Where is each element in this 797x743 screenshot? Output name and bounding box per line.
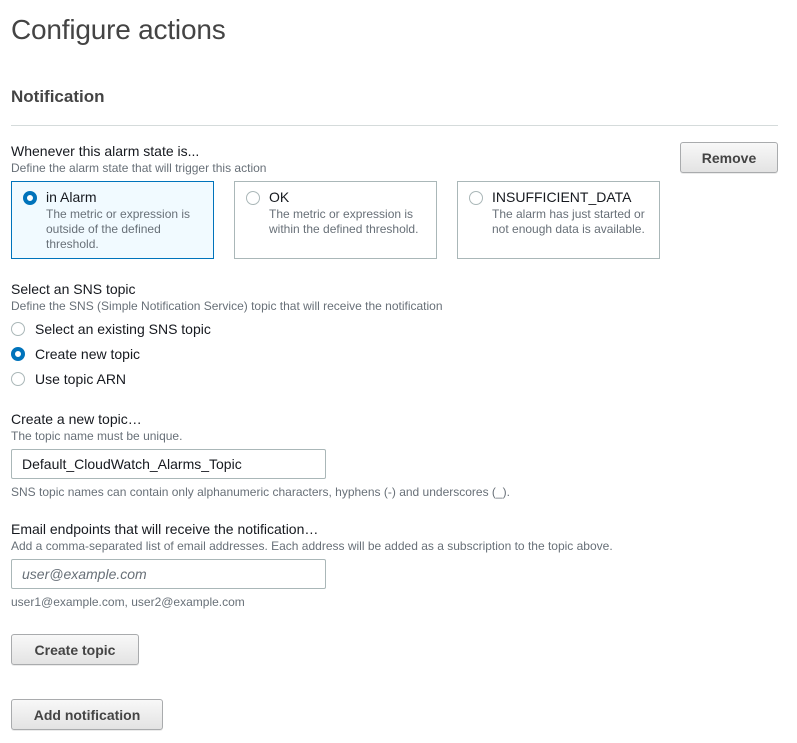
- alarm-state-description: Define the alarm state that will trigger…: [11, 161, 267, 175]
- email-endpoints-label: Email endpoints that will receive the no…: [11, 521, 319, 537]
- sns-option-existing[interactable]: Select an existing SNS topic: [11, 321, 211, 337]
- create-new-topic-label: Create new topic: [35, 346, 141, 362]
- new-topic-label: Create a new topic…: [11, 411, 142, 427]
- alarm-state-option-ok[interactable]: OK The metric or expression is within th…: [234, 181, 437, 259]
- sns-option-topic-arn[interactable]: Use topic ARN: [11, 371, 126, 387]
- email-endpoints-hint: user1@example.com, user2@example.com: [11, 595, 245, 609]
- notification-section-title: Notification: [11, 87, 105, 106]
- insufficient-data-radio[interactable]: [469, 191, 483, 205]
- section-divider: [11, 125, 778, 126]
- add-notification-button[interactable]: Add notification: [11, 699, 163, 730]
- ok-title: OK: [269, 189, 290, 205]
- email-endpoints-input[interactable]: [11, 559, 326, 589]
- insufficient-data-title: INSUFFICIENT_DATA: [492, 189, 632, 205]
- alarm-state-option-in-alarm[interactable]: in Alarm The metric or expression is out…: [11, 181, 214, 259]
- ok-description: The metric or expression is within the d…: [269, 207, 419, 236]
- in-alarm-radio[interactable]: [23, 191, 37, 205]
- ok-radio[interactable]: [246, 191, 260, 205]
- topic-name-constraint: SNS topic names can contain only alphanu…: [11, 485, 510, 499]
- insufficient-data-description: The alarm has just started or not enough…: [492, 207, 645, 236]
- email-endpoints-description: Add a comma-separated list of email addr…: [11, 539, 613, 553]
- sns-option-create-new[interactable]: Create new topic: [11, 346, 140, 362]
- create-new-topic-radio[interactable]: [11, 347, 25, 361]
- topic-arn-radio[interactable]: [11, 372, 25, 386]
- in-alarm-title: in Alarm: [46, 189, 97, 205]
- sns-topic-description: Define the SNS (Simple Notification Serv…: [11, 299, 443, 313]
- in-alarm-description: The metric or expression is outside of t…: [46, 207, 191, 251]
- alarm-state-label: Whenever this alarm state is...: [11, 143, 200, 159]
- remove-button[interactable]: Remove: [680, 142, 778, 173]
- new-topic-description: The topic name must be unique.: [11, 429, 183, 443]
- page-title: Configure actions: [11, 14, 226, 45]
- existing-topic-label: Select an existing SNS topic: [35, 321, 211, 337]
- create-topic-button[interactable]: Create topic: [11, 634, 139, 665]
- topic-name-input[interactable]: [11, 449, 326, 479]
- existing-topic-radio[interactable]: [11, 322, 25, 336]
- topic-arn-label: Use topic ARN: [35, 371, 127, 387]
- alarm-state-option-insufficient-data[interactable]: INSUFFICIENT_DATA The alarm has just sta…: [457, 181, 660, 259]
- sns-topic-label: Select an SNS topic: [11, 281, 136, 297]
